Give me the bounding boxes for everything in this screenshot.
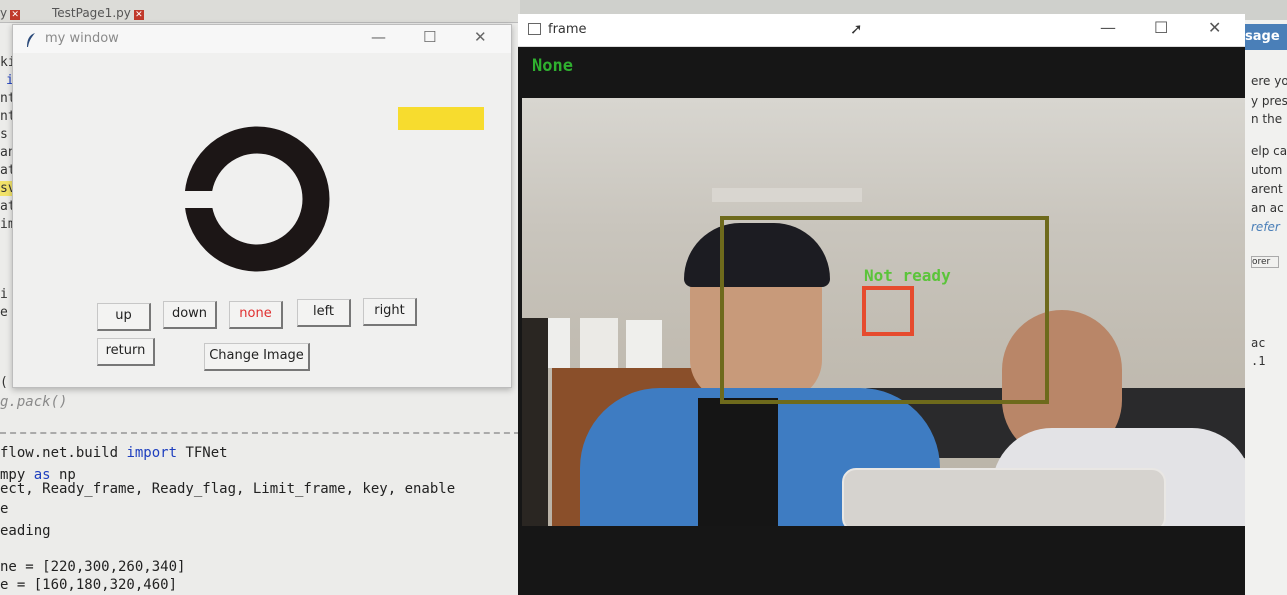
maximize-icon[interactable]: ☐ xyxy=(423,28,436,46)
output-separator xyxy=(0,432,520,434)
help-text: ac xyxy=(1251,336,1266,350)
code-line: flow.net.build import TFNet xyxy=(0,445,228,461)
code-fragment: s xyxy=(0,127,8,142)
up-button[interactable]: up xyxy=(97,303,151,331)
code-line: e = [160,180,320,460] xyxy=(0,577,178,593)
none-button[interactable]: none xyxy=(229,301,283,329)
help-link[interactable]: refer xyxy=(1251,220,1287,234)
ceiling-light xyxy=(712,188,862,202)
editor-tab-bar: y ✕ TestPage1.py ✕ xyxy=(0,0,520,23)
code-line: g.pack() xyxy=(0,394,68,410)
right-button[interactable]: right xyxy=(363,298,417,326)
phone xyxy=(842,468,1166,526)
title-bar[interactable]: my window — ☐ ✕ xyxy=(13,25,511,53)
window-title: frame xyxy=(548,22,587,37)
frame-window: frame ➚ — ☐ ✕ None Not ready xyxy=(518,14,1245,595)
help-text: utom xyxy=(1251,163,1283,177)
code-line: ne = [220,300,260,340] xyxy=(0,559,186,575)
help-text: .1 xyxy=(1251,354,1266,368)
feather-icon xyxy=(25,32,37,52)
help-text: elp ca xyxy=(1251,144,1287,158)
camera-feed: Not ready xyxy=(522,98,1245,526)
close-icon[interactable]: ✕ xyxy=(133,10,144,20)
help-panel-title: sage xyxy=(1245,24,1287,50)
code-fragment: e xyxy=(0,305,8,320)
code-line: ect, Ready_frame, Ready_flag, Limit_fram… xyxy=(0,481,456,497)
editor-tab-testpage[interactable]: TestPage1.py ✕ xyxy=(52,6,144,20)
detection-label: Not ready xyxy=(864,266,951,285)
code-line: e xyxy=(0,501,9,517)
code-line: eading xyxy=(0,523,51,539)
help-text: n the xyxy=(1251,112,1283,126)
left-button[interactable]: left xyxy=(297,299,351,327)
person-shirt xyxy=(698,398,778,526)
minimize-icon[interactable]: — xyxy=(371,28,386,46)
help-button[interactable]: orer xyxy=(1251,256,1279,268)
door-frame xyxy=(522,318,548,526)
title-bar[interactable]: frame ➚ — ☐ ✕ xyxy=(518,14,1245,47)
editor-tab[interactable]: y ✕ xyxy=(0,6,21,20)
status-indicator xyxy=(398,107,484,130)
code-fragment: i xyxy=(0,287,8,302)
change-image-button[interactable]: Change Image xyxy=(204,343,310,371)
code-fragment: ( xyxy=(0,375,8,390)
help-text: an ac xyxy=(1251,201,1284,215)
close-icon[interactable]: ✕ xyxy=(1208,18,1221,37)
my-window: my window — ☐ ✕ up down none left right … xyxy=(12,24,512,388)
maximize-icon[interactable]: ☐ xyxy=(1154,18,1168,37)
help-text: ere yo xyxy=(1251,74,1287,88)
mouse-cursor-icon: ➚ xyxy=(850,20,863,38)
direction-ring-image xyxy=(183,126,330,272)
window-title: my window xyxy=(45,31,119,46)
help-text: y pres xyxy=(1251,94,1287,108)
target-box xyxy=(862,286,914,336)
minimize-icon[interactable]: — xyxy=(1100,18,1116,37)
wall-poster xyxy=(626,320,662,368)
close-icon[interactable]: ✕ xyxy=(10,10,21,20)
help-text: arent xyxy=(1251,182,1283,196)
close-icon[interactable]: ✕ xyxy=(474,28,487,46)
gesture-status-text: None xyxy=(532,56,573,76)
window-icon xyxy=(528,23,541,35)
down-button[interactable]: down xyxy=(163,301,217,329)
return-button[interactable]: return xyxy=(97,338,155,366)
wall-poster xyxy=(580,318,618,368)
